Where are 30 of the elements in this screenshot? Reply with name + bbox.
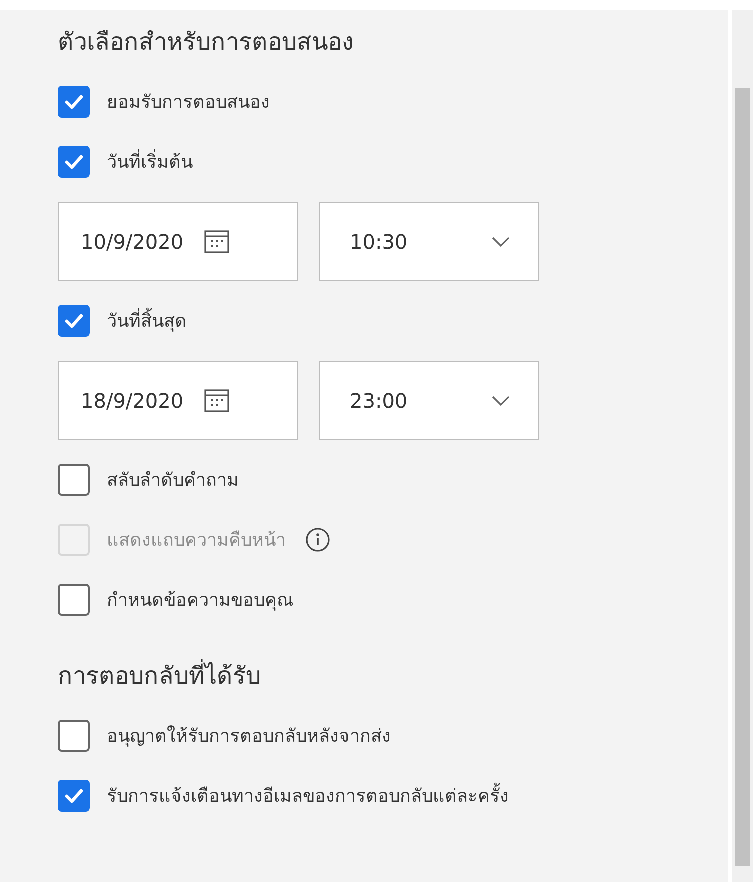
date-field[interactable]: 18/9/2020 — [58, 361, 298, 440]
chevron-down-icon — [492, 396, 510, 406]
checkbox[interactable] — [58, 305, 90, 337]
checkbox-label: สลับลำดับคำถาม — [107, 468, 239, 492]
checkbox-label: กำหนดข้อความขอบคุณ — [107, 588, 294, 613]
checkbox-label: รับการแจ้งเตือนทางอีเมลของการตอบกลับแต่ละครั้ง — [107, 782, 509, 810]
checkbox[interactable] — [58, 780, 90, 812]
checkbox[interactable] — [58, 86, 90, 118]
checkbox-label: ยอมรับการตอบสนอง — [107, 90, 270, 114]
checkbox[interactable] — [58, 584, 90, 616]
time-value: 23:00 — [350, 388, 408, 414]
checkbox-label: วันที่เริ่มต้น — [107, 148, 193, 174]
checkbox[interactable] — [58, 464, 90, 496]
checkbox[interactable] — [58, 146, 90, 178]
checkbox-label: วันที่สิ้นสุด — [107, 308, 187, 334]
date-field[interactable]: 10/9/2020 — [58, 202, 298, 281]
section-heading: ตัวเลือกสำหรับการตอบสนอง — [58, 27, 355, 58]
time-dropdown[interactable]: 10:30 — [319, 202, 539, 281]
date-value: 18/9/2020 — [81, 388, 184, 414]
date-value: 10/9/2020 — [81, 228, 184, 256]
checkbox-label: อนุญาตให้รับการตอบกลับหลังจากส่ง — [107, 724, 391, 749]
time-value: 10:30 — [350, 228, 408, 256]
chevron-down-icon — [492, 236, 510, 246]
calendar-icon — [204, 230, 230, 254]
calendar-icon — [204, 388, 230, 412]
time-dropdown[interactable]: 23:00 — [319, 361, 539, 440]
checkbox-label: แสดงแถบความคืบหน้า — [107, 528, 286, 552]
checkbox[interactable] — [58, 720, 90, 752]
section-heading: การตอบกลับที่ได้รับ — [58, 658, 728, 694]
scrollbar-thumb[interactable] — [735, 88, 750, 866]
